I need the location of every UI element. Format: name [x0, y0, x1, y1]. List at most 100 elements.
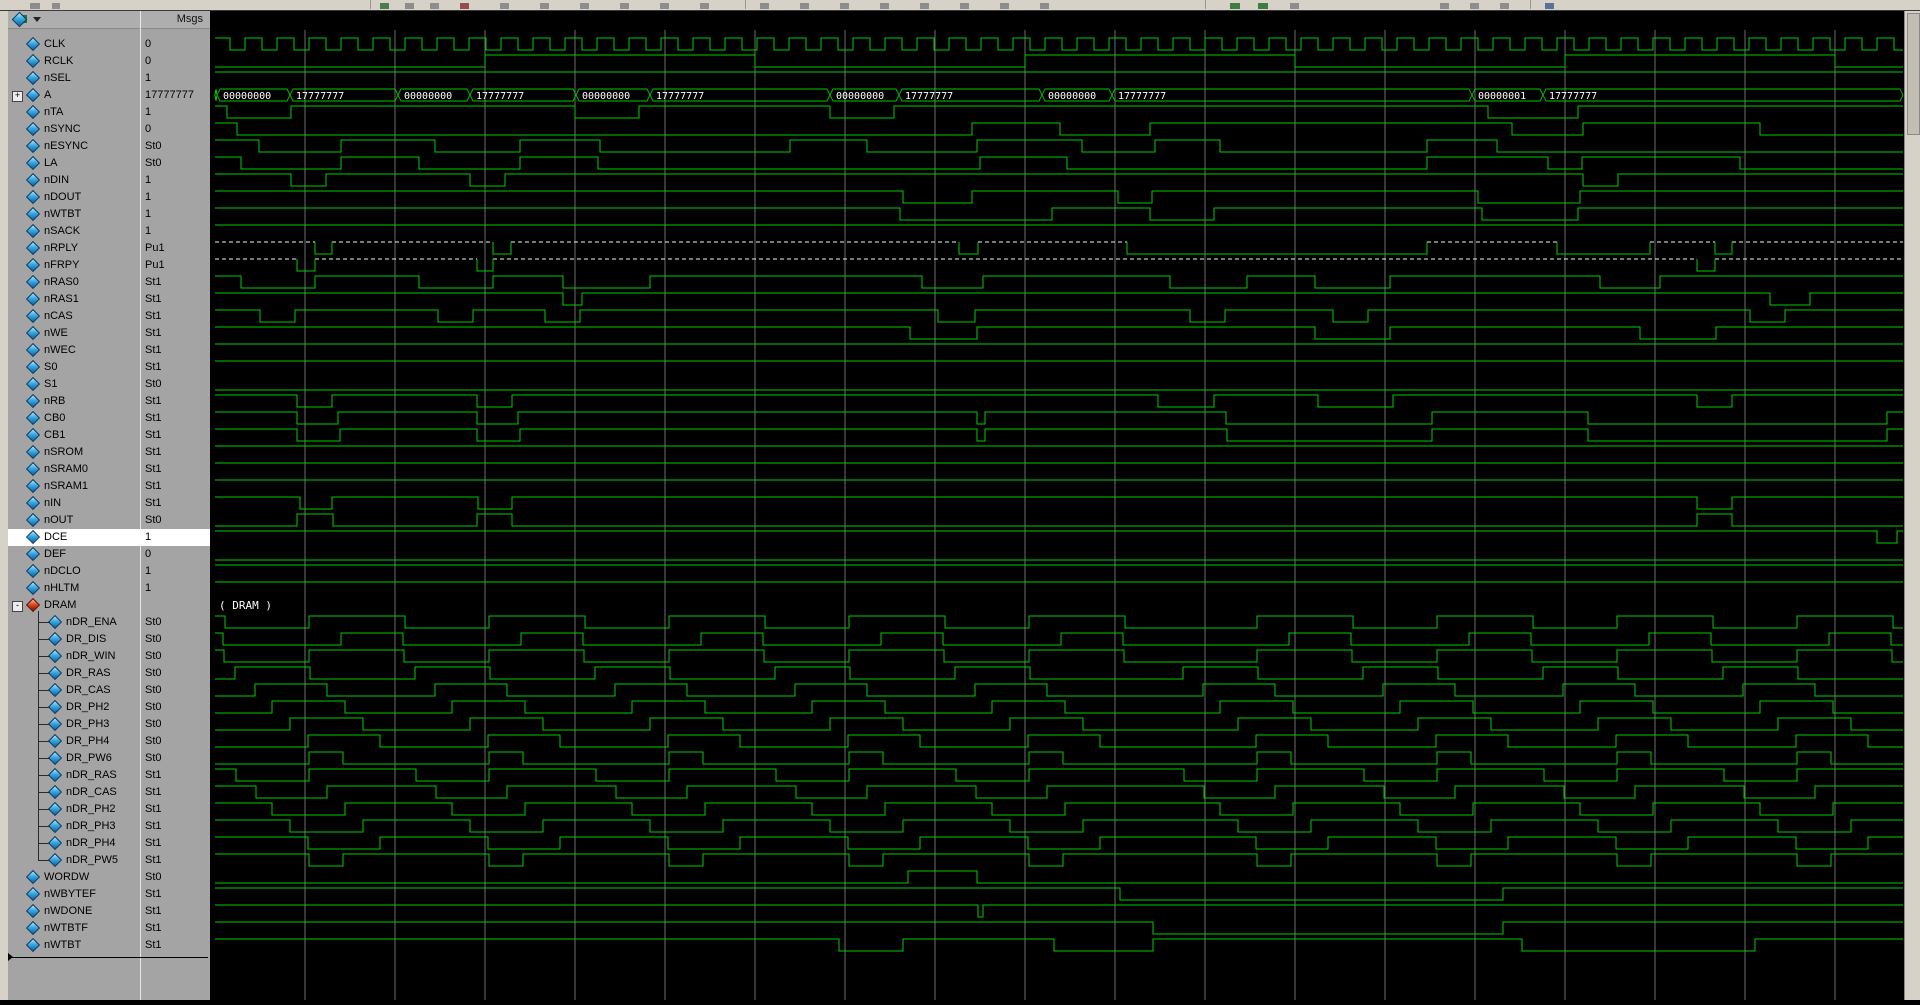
signal-row[interactable]: CB1St1: [8, 427, 210, 444]
signal-value: St1: [145, 292, 207, 307]
signal-diamond-icon: [26, 241, 40, 255]
signal-row[interactable]: CB0St1: [8, 410, 210, 427]
signal-name-label: nDR_PH4: [66, 836, 116, 851]
scrollbar-thumb[interactable]: [1907, 13, 1920, 135]
signal-name-label: nTA: [44, 105, 63, 120]
signal-row[interactable]: nHLTM1: [8, 580, 210, 597]
wave-window-icon[interactable]: [13, 13, 43, 26]
signal-row[interactable]: nSRAM0St1: [8, 461, 210, 478]
signal-name-label: DR_RAS: [66, 666, 111, 681]
signal-row[interactable]: nRBSt1: [8, 393, 210, 410]
signal-row[interactable]: DEF0: [8, 546, 210, 563]
signal-row[interactable]: nRAS0St1: [8, 274, 210, 291]
signal-row[interactable]: nWTBT1: [8, 206, 210, 223]
signal-row[interactable]: nESYNCSt0: [8, 138, 210, 155]
toolbar-icon-fragment: [700, 3, 709, 9]
signal-value: St1: [145, 360, 207, 375]
toolbar-icon-fragment: [800, 3, 809, 9]
toolbar-icon-fragment: [660, 3, 669, 9]
signal-row[interactable]: RCLK0: [8, 53, 210, 70]
signal-value: St1: [145, 411, 207, 426]
signal-row[interactable]: nSRAM1St1: [8, 478, 210, 495]
signal-name-label: S1: [44, 377, 57, 392]
signal-row[interactable]: nWDONESt1: [8, 903, 210, 920]
signal-row[interactable]: DCE1: [8, 529, 210, 546]
signal-row[interactable]: +A17777777: [8, 87, 210, 104]
signal-name-label: nSRAM1: [44, 479, 88, 494]
group-tree-stub: [38, 860, 50, 861]
signal-name-label: nWTBT: [44, 207, 81, 222]
signal-value: St1: [145, 275, 207, 290]
signal-value: St1: [145, 785, 207, 800]
signal-row[interactable]: nWESt1: [8, 325, 210, 342]
signal-diamond-icon: [48, 751, 62, 765]
toolbar-icon-fragment: [1258, 3, 1268, 9]
svg-text:( DRAM ): ( DRAM ): [219, 599, 272, 612]
signal-row[interactable]: nSEL1: [8, 70, 210, 87]
signal-value: St1: [145, 853, 207, 868]
signal-name-label: nDR_RAS: [66, 768, 117, 783]
signal-row[interactable]: nWBYTEFSt1: [8, 886, 210, 903]
toolbar-strip: [0, 0, 1920, 11]
signal-diamond-icon: [26, 88, 40, 102]
group-tree-stub: [38, 622, 50, 623]
signal-row[interactable]: LASt0: [8, 155, 210, 172]
svg-text:00000000: 00000000: [404, 91, 452, 102]
waveform-svg: 0000000017777777000000001777777700000000…: [210, 11, 1904, 1000]
collapse-icon[interactable]: -: [12, 601, 23, 612]
signal-value: St1: [145, 802, 207, 817]
signal-row[interactable]: nTA1: [8, 104, 210, 121]
signal-row[interactable]: nOUTSt0: [8, 512, 210, 529]
signal-diamond-icon: [26, 326, 40, 340]
signal-name-label: CLK: [44, 37, 65, 52]
svg-text:17777777: 17777777: [476, 91, 524, 102]
panel-header: Msgs: [8, 11, 210, 29]
signal-row[interactable]: nDIN1: [8, 172, 210, 189]
signal-value: 1: [145, 530, 207, 545]
toolbar-divider: [745, 0, 746, 9]
signal-value: St1: [145, 309, 207, 324]
signal-row[interactable]: nFRPYPu1: [8, 257, 210, 274]
signal-row[interactable]: nWTBTSt1: [8, 937, 210, 954]
signal-row[interactable]: nWECSt1: [8, 342, 210, 359]
signal-row[interactable]: WORDWSt0: [8, 869, 210, 886]
toolbar-icon-fragment: [1500, 3, 1509, 9]
signal-name-label: nWEC: [44, 343, 76, 358]
signal-name-label: nDR_PH3: [66, 819, 116, 834]
signal-row[interactable]: nWTBTFSt1: [8, 920, 210, 937]
signal-row[interactable]: nSACK1: [8, 223, 210, 240]
signal-row[interactable]: CLK0: [8, 36, 210, 53]
signal-value: 0: [145, 122, 207, 137]
signal-diamond-icon: [26, 904, 40, 918]
signal-diamond-icon: [48, 768, 62, 782]
signal-name-label: nRAS1: [44, 292, 79, 307]
wave-canvas[interactable]: 0000000017777777000000001777777700000000…: [210, 11, 1904, 1000]
signal-row[interactable]: nRPLYPu1: [8, 240, 210, 257]
signal-diamond-icon: [26, 360, 40, 374]
signal-diamond-icon: [26, 921, 40, 935]
signal-diamond-icon: [26, 938, 40, 952]
signal-diamond-icon: [48, 802, 62, 816]
toolbar-icon-fragment: [540, 3, 549, 9]
signal-name-label: S0: [44, 360, 57, 375]
signal-row[interactable]: nDOUT1: [8, 189, 210, 206]
toolbar-icon-fragment: [1470, 3, 1479, 9]
signal-row[interactable]: nINSt1: [8, 495, 210, 512]
vertical-scrollbar[interactable]: [1904, 11, 1920, 1000]
signal-row[interactable]: nRAS1 St1: [8, 291, 210, 308]
svg-text:17777777: 17777777: [1118, 91, 1166, 102]
signal-name-label: DR_DIS: [66, 632, 106, 647]
signal-row[interactable]: nSYNC0: [8, 121, 210, 138]
signal-value: 1: [145, 581, 207, 596]
signal-row[interactable]: nSROMSt1: [8, 444, 210, 461]
toolbar-icon-fragment: [1040, 3, 1049, 9]
signal-row[interactable]: nDCLO1: [8, 563, 210, 580]
signal-name-label: nDR_CAS: [66, 785, 117, 800]
signal-value: St1: [145, 496, 207, 511]
signal-row[interactable]: nCASSt1: [8, 308, 210, 325]
signal-row[interactable]: S1St0: [8, 376, 210, 393]
signal-diamond-icon: [26, 547, 40, 561]
signal-diamond-icon: [26, 428, 40, 442]
expand-icon[interactable]: +: [12, 91, 23, 102]
signal-row[interactable]: S0 St1: [8, 359, 210, 376]
